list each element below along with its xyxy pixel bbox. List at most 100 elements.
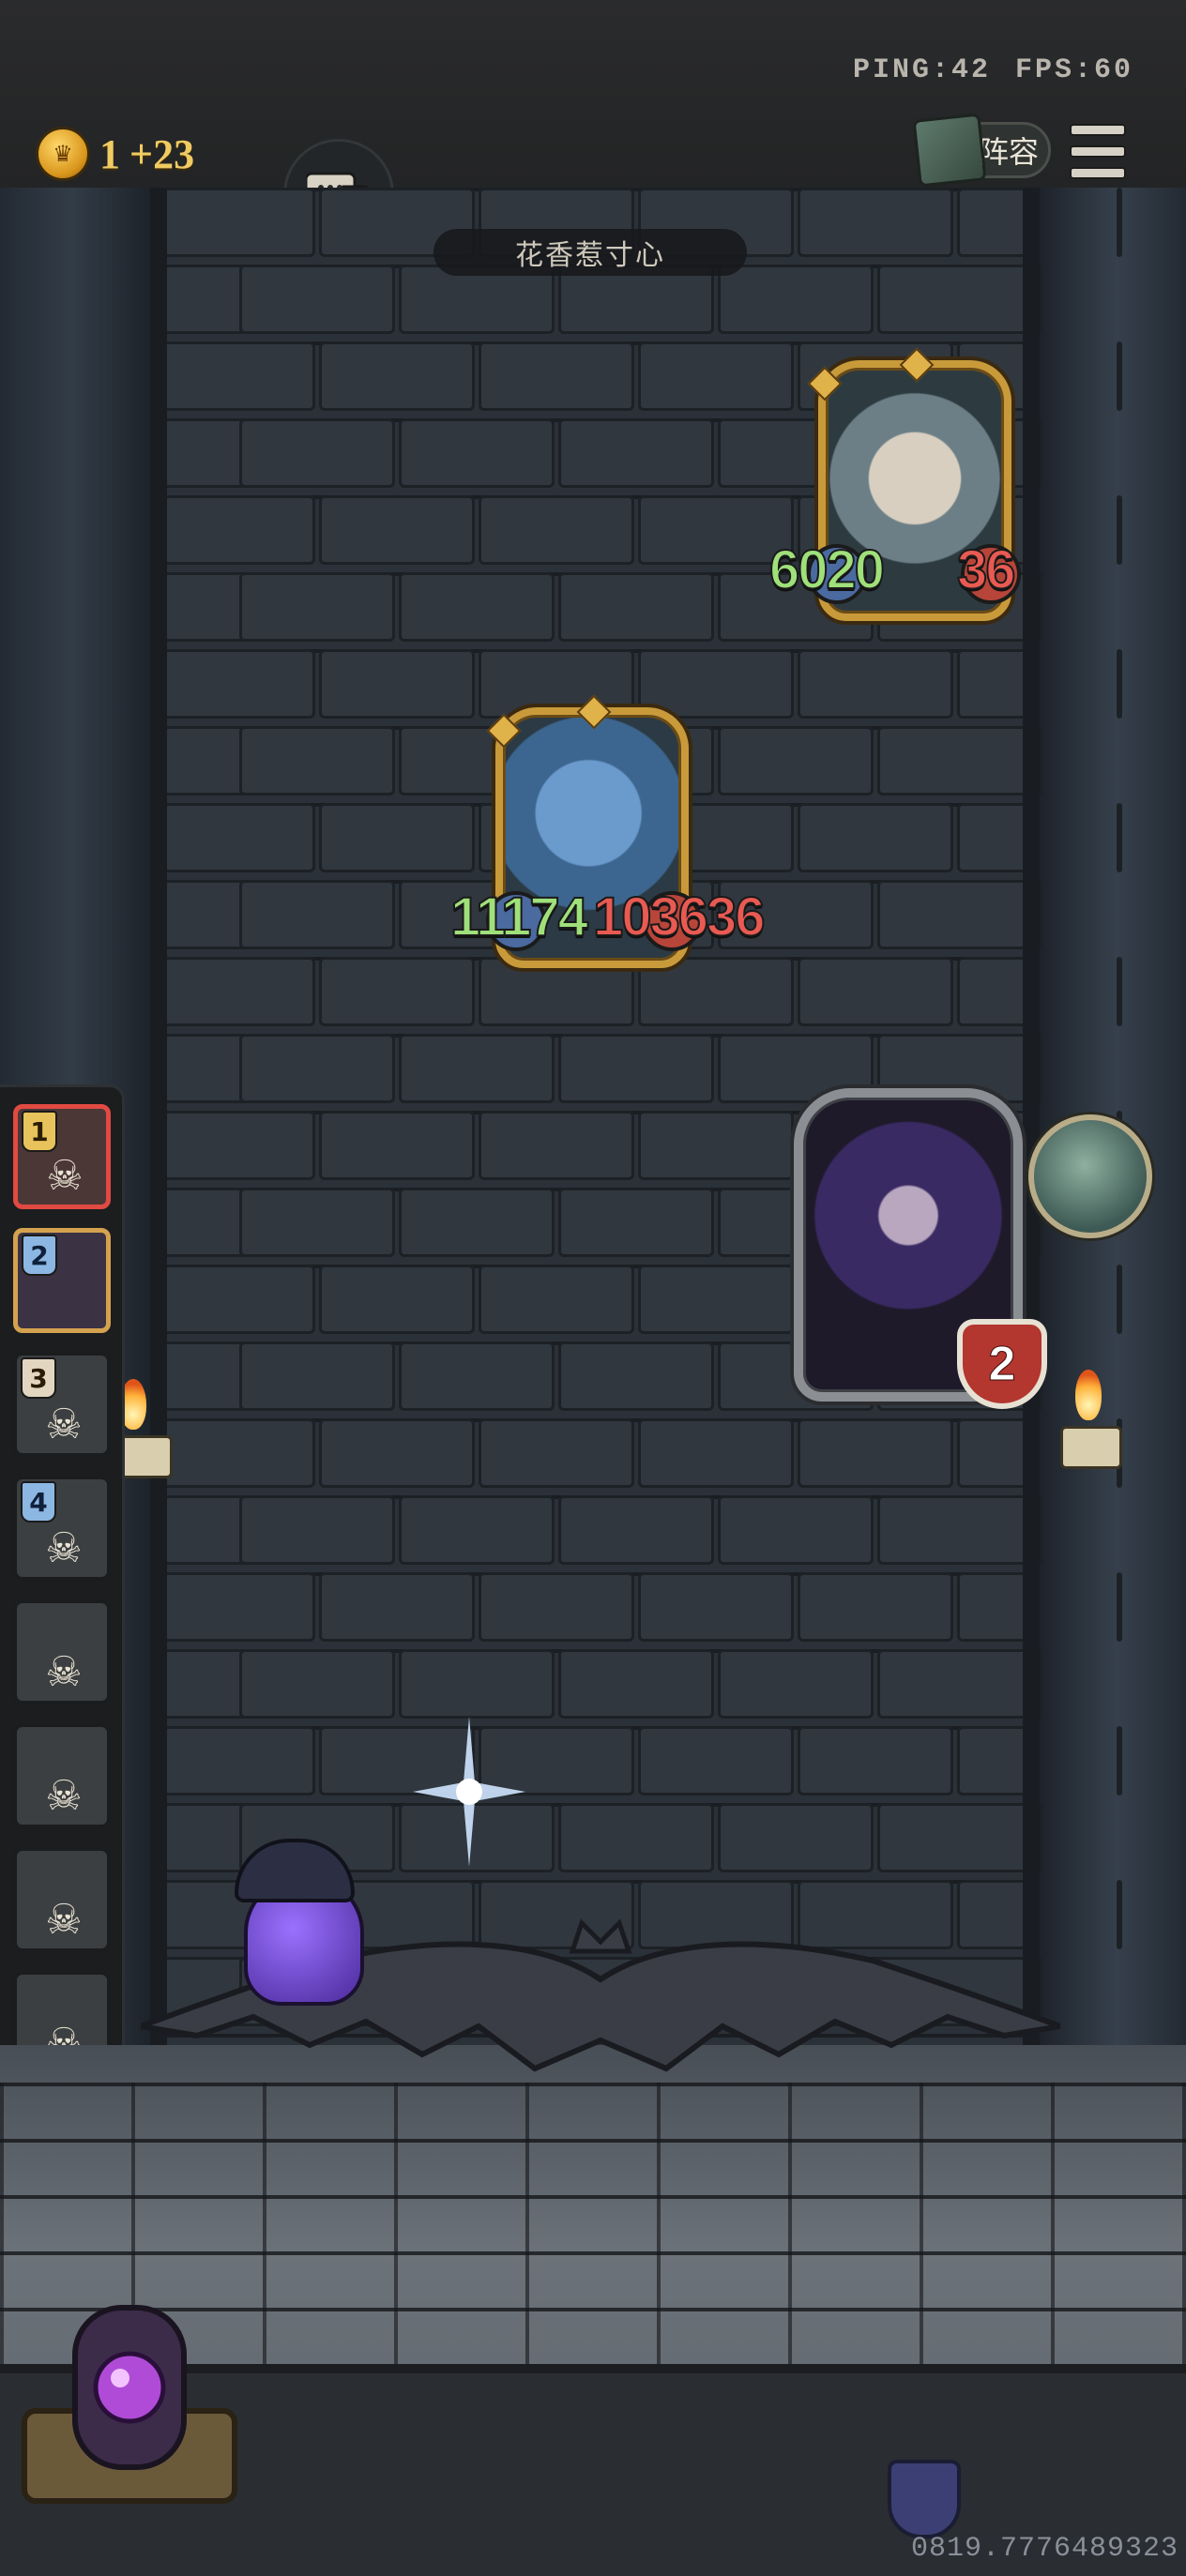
brick	[558, 1649, 714, 1719]
brick	[239, 1188, 395, 1257]
brick	[399, 1341, 555, 1411]
queue-slot[interactable]: 3 ☠	[13, 1352, 111, 1457]
brick	[479, 1418, 634, 1488]
queue-slot[interactable]: 2	[13, 1228, 111, 1333]
brick	[638, 1572, 794, 1642]
brick	[239, 726, 395, 796]
player-health: 2	[957, 1319, 1047, 1409]
brick	[718, 1495, 874, 1565]
hamburger-menu-icon[interactable]	[1070, 124, 1126, 179]
queue-slot[interactable]: ☠	[13, 1599, 111, 1705]
summon-shrine-button[interactable]	[19, 2298, 240, 2514]
brick	[957, 957, 1032, 1026]
brick	[160, 957, 315, 1026]
network-stats: PING:42 FPS:60	[829, 54, 1133, 86]
brick	[798, 957, 953, 1026]
queue-slot-number: 1	[22, 1111, 57, 1152]
brick	[1117, 1572, 1122, 1642]
brick	[558, 1341, 714, 1411]
queue-slot[interactable]: ☠	[13, 1723, 111, 1828]
queue-slot-number: 2	[22, 1235, 57, 1276]
brick	[957, 803, 1032, 872]
brick	[558, 572, 714, 642]
brick-row	[160, 1418, 1122, 1492]
currency-display: ♛ 1 +23	[36, 126, 194, 182]
brick	[319, 1572, 475, 1642]
brick	[239, 418, 395, 488]
skill-staff-icon[interactable]	[1028, 1114, 1152, 1238]
brick-row	[160, 1649, 1042, 1722]
brick	[957, 1572, 1032, 1642]
brick	[160, 1418, 315, 1488]
brick	[718, 1649, 874, 1719]
brick	[319, 1418, 475, 1488]
brick	[319, 803, 475, 872]
brick	[1117, 495, 1122, 565]
pillar-edge	[1023, 188, 1040, 2064]
skull-icon: ☠	[45, 1895, 83, 1944]
brick	[160, 1572, 315, 1642]
turn-queue: 1 ☠ 2 3 ☠ 4 ☠ ☠ ☠ ☠ ☠	[0, 1084, 125, 2103]
brick	[239, 1034, 395, 1103]
enemy-health: 36	[956, 538, 1016, 601]
brick	[319, 341, 475, 411]
brick	[798, 1572, 953, 1642]
brick	[798, 1726, 953, 1796]
brick	[798, 803, 953, 872]
brick	[798, 649, 953, 719]
brick	[638, 1111, 794, 1180]
brick	[399, 1034, 555, 1103]
brick	[558, 1188, 714, 1257]
brick	[160, 495, 315, 565]
brick-row	[160, 1726, 1122, 1799]
brick	[479, 341, 634, 411]
crown-coin-icon: ♛	[36, 127, 90, 181]
brick	[1117, 1726, 1122, 1796]
brick	[479, 1111, 634, 1180]
brick	[479, 1572, 634, 1642]
brick	[160, 803, 315, 872]
user-id: 0819.7776489323	[910, 2533, 1178, 2565]
brick	[399, 1495, 555, 1565]
brick-row	[160, 1495, 1042, 1568]
brick	[160, 188, 315, 257]
brick	[319, 495, 475, 565]
brick	[1117, 803, 1122, 872]
brick	[957, 188, 1032, 257]
brick	[319, 1265, 475, 1334]
brick	[239, 1341, 395, 1411]
pillar-edge	[150, 188, 167, 2064]
shield-icon[interactable]	[888, 2460, 961, 2538]
queue-slot[interactable]: 1 ☠	[13, 1104, 111, 1209]
ping-readout: PING:42	[852, 54, 991, 86]
brick-row	[160, 1572, 1122, 1645]
brick	[160, 649, 315, 719]
brick	[798, 188, 953, 257]
brick	[399, 418, 555, 488]
brick	[160, 341, 315, 411]
brick	[479, 1265, 634, 1334]
brick	[798, 1418, 953, 1488]
enemy-health: 103636	[592, 886, 767, 948]
brick	[957, 1726, 1032, 1796]
queue-slot[interactable]: ☠	[13, 1847, 111, 1952]
brick	[239, 1649, 395, 1719]
queue-slot[interactable]: 4 ☠	[13, 1476, 111, 1581]
brick	[957, 1418, 1032, 1488]
brick	[160, 1265, 315, 1334]
enemy-attack: 11174	[449, 886, 589, 948]
brick	[877, 726, 1032, 796]
skull-icon: ☠	[45, 1771, 83, 1820]
queue-slot-number: 3	[21, 1357, 56, 1399]
brick	[399, 1188, 555, 1257]
fps-readout: FPS:60	[1014, 54, 1133, 86]
torch-holder	[1060, 1426, 1122, 1469]
brick	[239, 265, 395, 334]
brick	[638, 649, 794, 719]
enemy-attack: 6020	[768, 538, 886, 601]
brick	[638, 1418, 794, 1488]
lineup-book-icon	[912, 113, 987, 188]
skull-icon: ☠	[45, 1523, 83, 1572]
sparkle-effect-icon	[413, 1717, 525, 1867]
brick	[160, 1726, 315, 1796]
